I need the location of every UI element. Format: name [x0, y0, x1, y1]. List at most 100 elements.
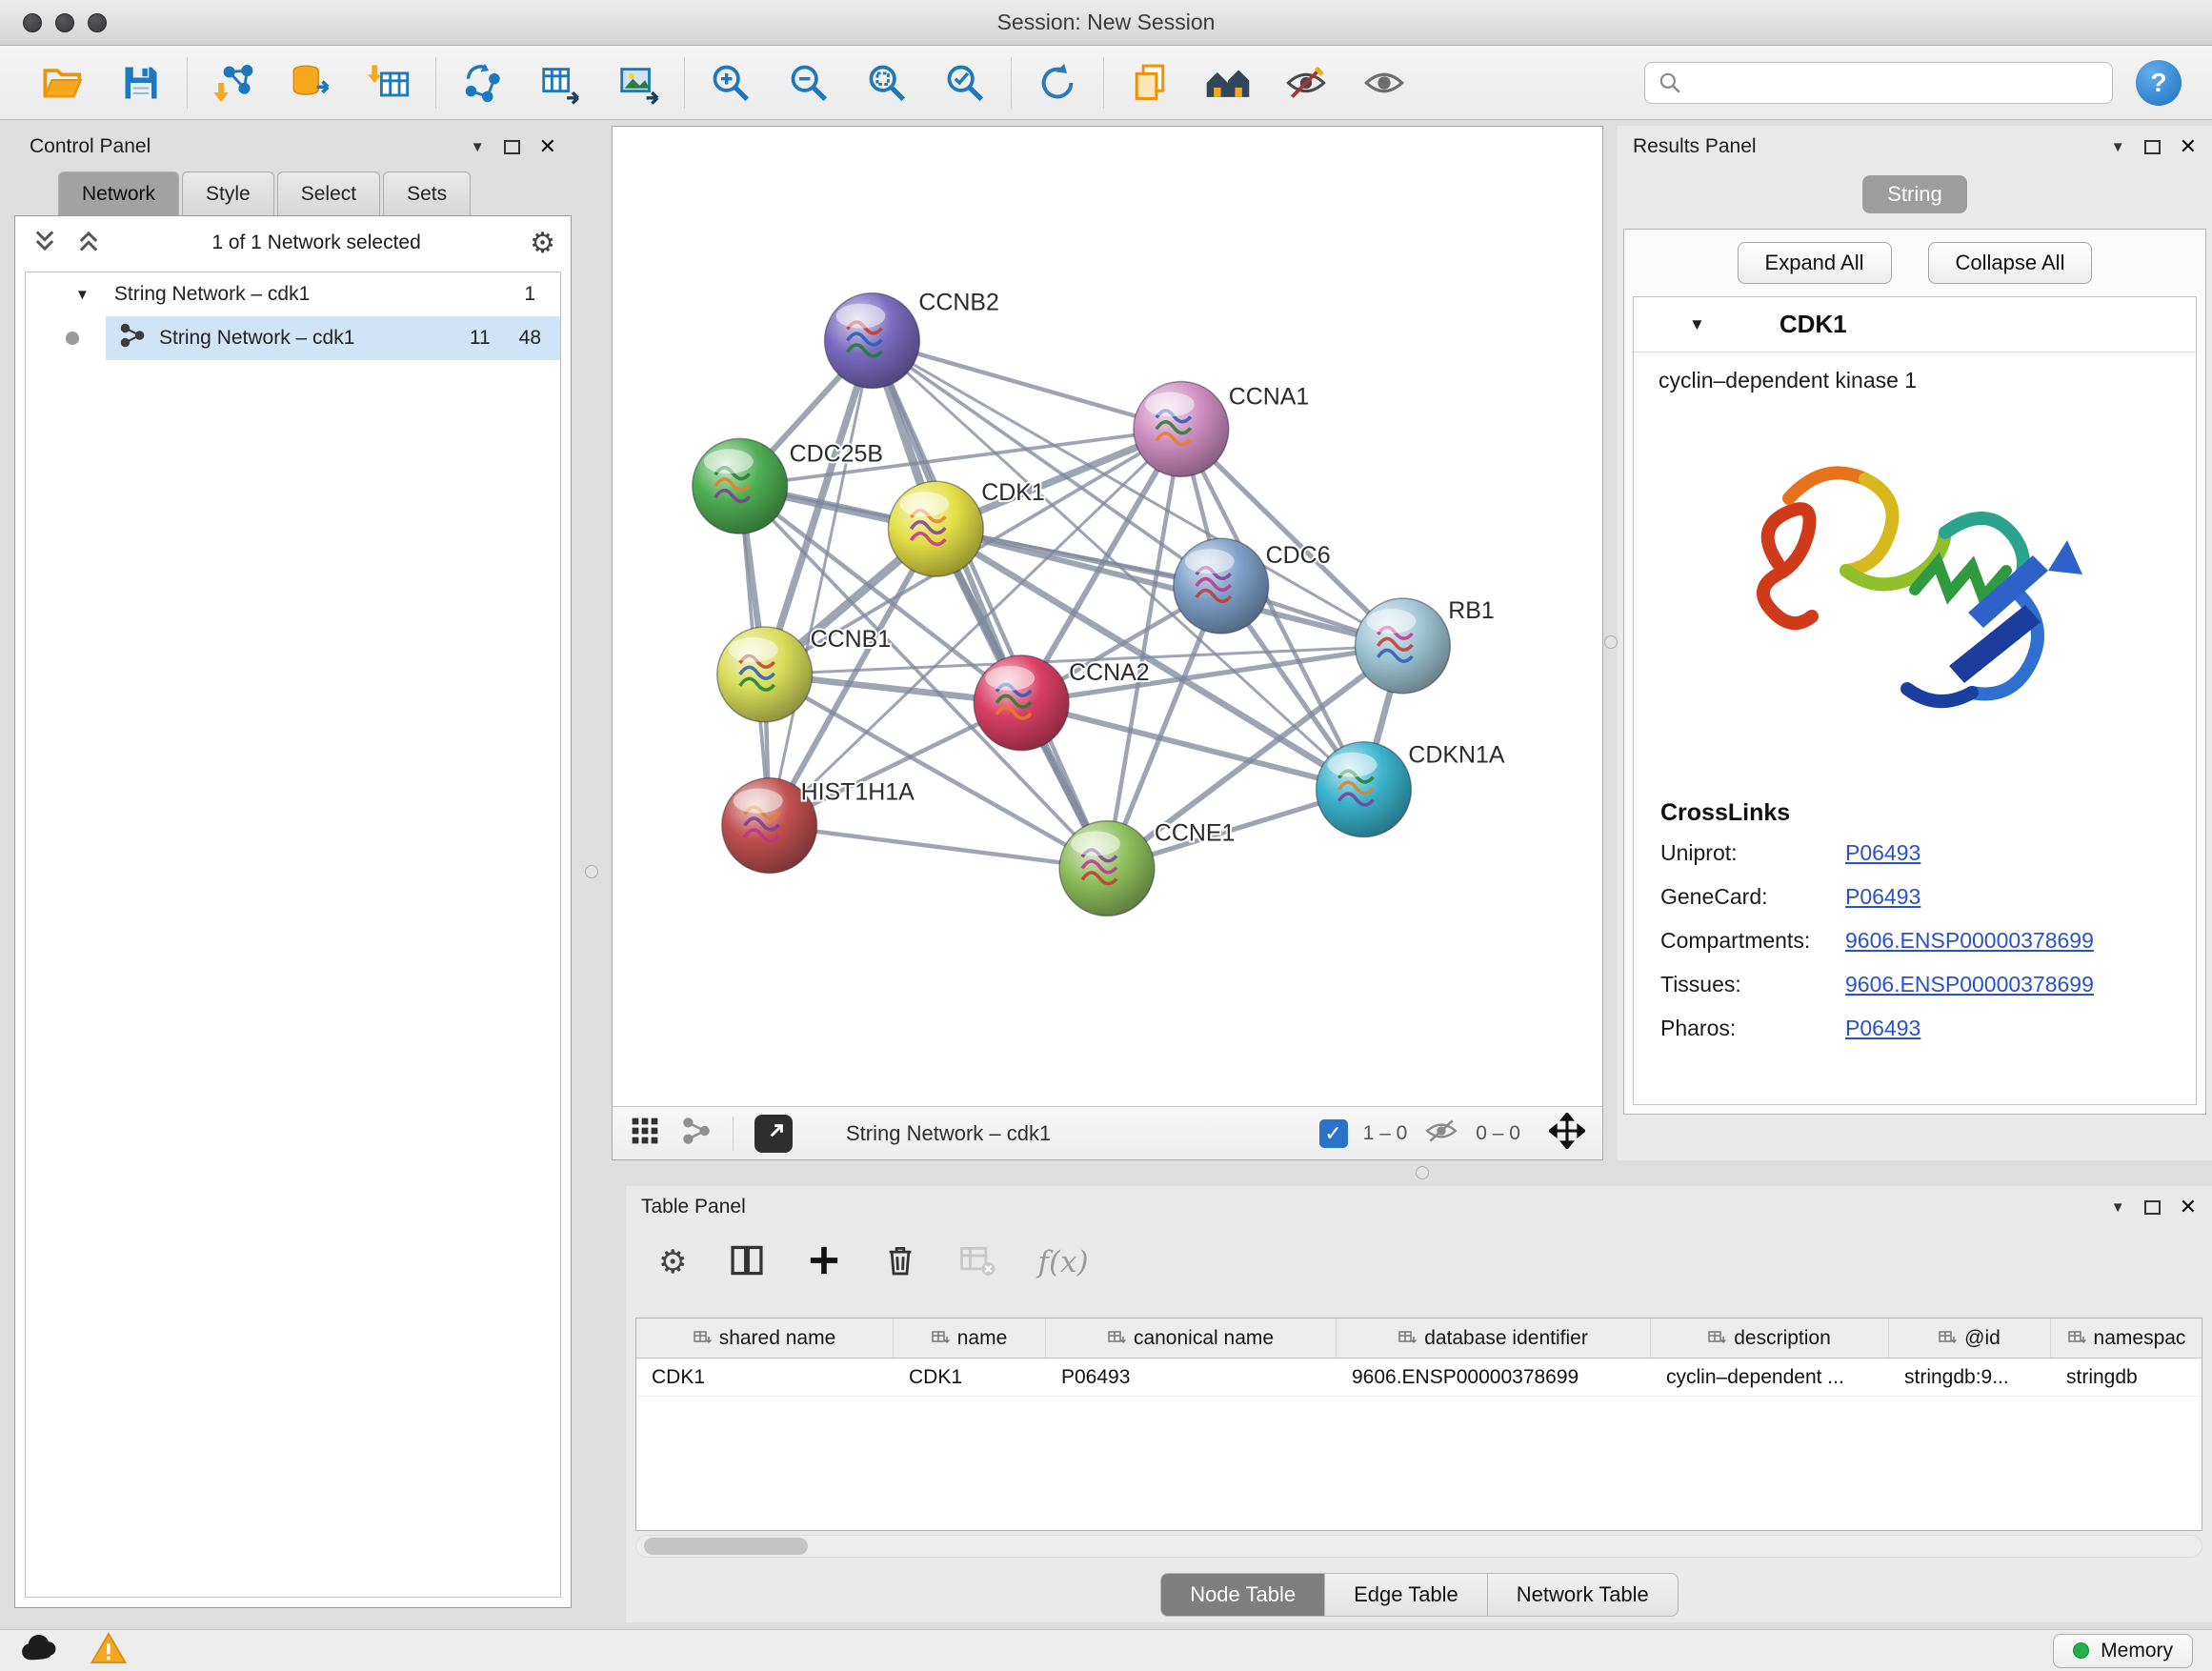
expand-all-button[interactable]: Expand All: [1738, 242, 1892, 284]
close-window-button[interactable]: [23, 13, 42, 32]
table-horizontal-scrollbar[interactable]: [635, 1535, 2202, 1558]
import-network-database-icon[interactable]: [287, 58, 336, 108]
import-network-file-icon[interactable]: [209, 58, 258, 108]
export-table-icon[interactable]: [535, 58, 585, 108]
expand-all-networks-icon[interactable]: [74, 227, 103, 260]
column-header-shared-name[interactable]: shared name: [636, 1319, 894, 1358]
column-header--id[interactable]: @id: [1889, 1319, 2051, 1358]
show-columns-icon[interactable]: [729, 1242, 765, 1283]
tab-style[interactable]: Style: [182, 171, 274, 215]
selected-items-checkbox-icon[interactable]: ✓: [1319, 1119, 1348, 1148]
table-options-gear-icon[interactable]: ⚙: [658, 1243, 687, 1281]
detach-view-icon[interactable]: [754, 1115, 793, 1153]
node-label-RB1: RB1: [1448, 597, 1495, 624]
collapse-all-button[interactable]: Collapse All: [1928, 242, 2093, 284]
search-input[interactable]: [1644, 62, 2113, 104]
tab-edge-table[interactable]: Edge Table: [1324, 1573, 1488, 1617]
protein-structure-image: [1634, 397, 2196, 786]
zoom-selected-icon[interactable]: [940, 58, 990, 108]
network-options-gear-icon[interactable]: ⚙: [530, 227, 555, 260]
titlebar: Session: New Session: [0, 0, 2212, 46]
close-panel-icon[interactable]: ✕: [2180, 1195, 2197, 1219]
results-panel-title: Results Panel: [1633, 135, 1757, 158]
collection-expand-caret-icon[interactable]: ▼: [75, 287, 90, 303]
string-tab-badge[interactable]: String: [1862, 175, 1966, 213]
zoom-out-icon[interactable]: [784, 58, 834, 108]
network-collection-row[interactable]: ▼ String Network – cdk1 1: [26, 272, 560, 316]
float-panel-icon[interactable]: [504, 140, 520, 154]
crosslink-pharos-link[interactable]: P06493: [1845, 1016, 1920, 1041]
float-panel-icon[interactable]: [2144, 1200, 2161, 1215]
column-header-name[interactable]: name: [894, 1319, 1046, 1358]
panel-menu-caret-icon[interactable]: ▼: [471, 139, 485, 155]
splitter-handle[interactable]: [585, 865, 598, 878]
main-toolbar: ?: [0, 46, 2212, 120]
splitter-handle[interactable]: [1604, 635, 1618, 649]
scrollbar-thumb[interactable]: [644, 1538, 808, 1555]
node-label-CCNB1: CCNB1: [811, 626, 892, 653]
zoom-in-icon[interactable]: [706, 58, 755, 108]
tab-sets[interactable]: Sets: [383, 171, 471, 215]
crosslink-genecard-link[interactable]: P06493: [1845, 884, 1920, 910]
pan-crosshair-icon[interactable]: [1549, 1113, 1585, 1155]
table-header-row: shared namenamecanonical namedatabase id…: [636, 1319, 2202, 1359]
zoom-window-button[interactable]: [88, 13, 107, 32]
tab-node-table[interactable]: Node Table: [1160, 1573, 1325, 1617]
add-column-icon[interactable]: [807, 1243, 841, 1282]
network-row[interactable]: String Network – cdk1 11 48: [26, 316, 560, 360]
table-panel: Table Panel ▼ ✕ ⚙ f(x) shared namenameca…: [626, 1186, 2212, 1622]
column-header-namespac[interactable]: namespac: [2051, 1319, 2202, 1358]
network-edge[interactable]: [770, 341, 873, 826]
panel-menu-caret-icon[interactable]: ▼: [2111, 1199, 2125, 1216]
close-panel-icon[interactable]: ✕: [2180, 134, 2197, 159]
export-image-icon[interactable]: [613, 58, 663, 108]
column-header-database-identifier[interactable]: database identifier: [1337, 1319, 1651, 1358]
minimize-window-button[interactable]: [55, 13, 74, 32]
collapse-all-networks-icon[interactable]: [30, 227, 59, 260]
close-panel-icon[interactable]: ✕: [539, 134, 556, 159]
tab-select[interactable]: Select: [277, 171, 380, 215]
crosslink-compartments-link[interactable]: 9606.ENSP00000378699: [1845, 928, 2094, 954]
network-from-selection-icon[interactable]: [457, 58, 507, 108]
birds-eye-view-icon[interactable]: [630, 1116, 660, 1152]
function-builder-icon[interactable]: f(x): [1037, 1245, 1088, 1279]
column-header-canonical-name[interactable]: canonical name: [1046, 1319, 1337, 1358]
network-view-panel: CCNB2CCNA1CDC25BCDK1CDC6RB1CCNB1CCNA2CDK…: [612, 126, 1603, 1160]
delete-column-icon[interactable]: [883, 1242, 917, 1283]
node-label-CCNA1: CCNA1: [1229, 383, 1310, 410]
splitter-handle[interactable]: [1416, 1166, 1429, 1179]
network-edge[interactable]: [770, 826, 1107, 869]
crosslink-label: Uniprot:: [1634, 840, 1845, 866]
table-row[interactable]: CDK1CDK1P064939606.ENSP00000378699cyclin…: [636, 1359, 2202, 1397]
cloud-icon[interactable]: [19, 1633, 61, 1668]
show-graphics-details-icon[interactable]: [1359, 58, 1409, 108]
cybrowser-icon[interactable]: [1125, 58, 1175, 108]
warning-icon[interactable]: [90, 1631, 128, 1670]
hidden-items-eye-icon[interactable]: [1422, 1115, 1460, 1153]
hide-graphics-details-icon[interactable]: [1281, 58, 1331, 108]
help-icon[interactable]: ?: [2136, 60, 2182, 106]
zoom-fit-icon[interactable]: [862, 58, 912, 108]
crosslink-tissues-link[interactable]: 9606.ENSP00000378699: [1845, 972, 2094, 997]
panel-menu-caret-icon[interactable]: ▼: [2111, 139, 2125, 155]
node-label-CCNA2: CCNA2: [1069, 659, 1150, 686]
import-table-icon[interactable]: [365, 58, 414, 108]
float-panel-icon[interactable]: [2144, 140, 2161, 154]
column-header-description[interactable]: description: [1651, 1319, 1889, 1358]
share-network-icon[interactable]: [681, 1116, 712, 1152]
crosslink-uniprot-link[interactable]: P06493: [1845, 840, 1920, 866]
tab-network-table[interactable]: Network Table: [1487, 1573, 1679, 1617]
refresh-view-icon[interactable]: [1033, 58, 1082, 108]
string-home-icon[interactable]: [1203, 58, 1253, 108]
section-collapse-caret-icon[interactable]: ▼: [1689, 315, 1705, 334]
crosslink-label: GeneCard:: [1634, 884, 1845, 910]
network-edge[interactable]: [935, 529, 1402, 646]
save-session-icon[interactable]: [116, 58, 166, 108]
node-label-CCNB2: CCNB2: [918, 290, 999, 316]
network-canvas[interactable]: CCNB2CCNA1CDC25BCDK1CDC6RB1CCNB1CCNA2CDK…: [613, 127, 1602, 1106]
tab-network[interactable]: Network: [58, 171, 179, 215]
memory-button[interactable]: Memory: [2053, 1634, 2193, 1668]
open-session-icon[interactable]: [38, 58, 88, 108]
crosslink-row: Pharos:P06493: [1634, 1006, 2196, 1050]
table-cell: CDK1: [636, 1359, 894, 1396]
